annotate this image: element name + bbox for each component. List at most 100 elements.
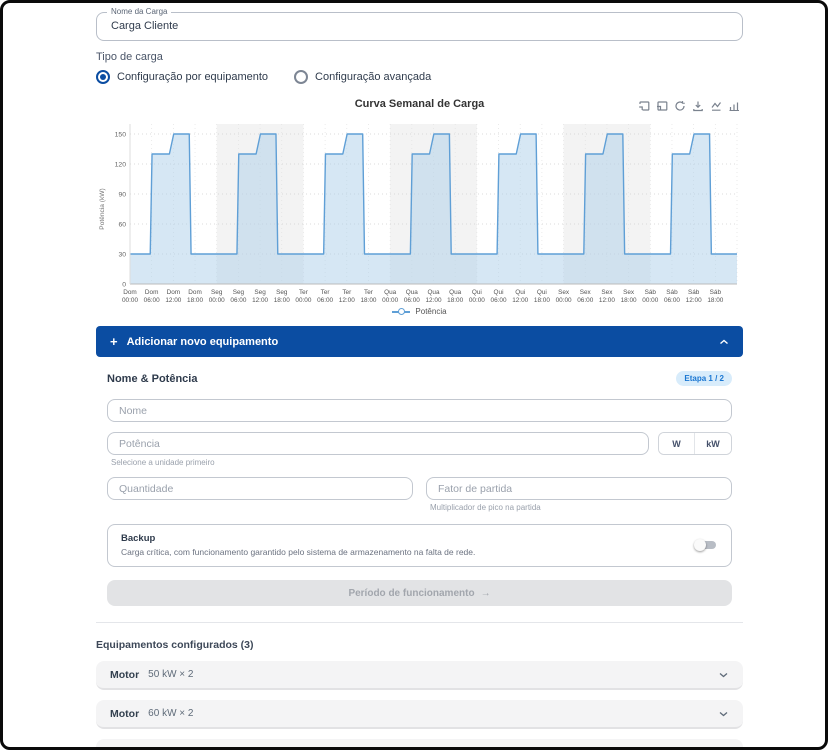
start-factor-input[interactable] (426, 477, 732, 500)
chart-legend[interactable]: Potência (96, 307, 743, 316)
restore-icon[interactable] (672, 98, 687, 113)
svg-text:12:00: 12:00 (686, 297, 702, 304)
svg-text:18:00: 18:00 (187, 297, 203, 304)
equipment-list: Motor50 kW × 2Motor60 kW × 2Base30 kW × … (96, 661, 743, 750)
svg-text:12:00: 12:00 (165, 297, 181, 304)
svg-text:Seg: Seg (233, 289, 245, 296)
toggle-thumb-icon (694, 539, 706, 551)
equipment-list-title: Equipamentos configurados (3) (96, 639, 743, 651)
svg-text:30: 30 (118, 251, 126, 258)
svg-text:Potência (kW): Potência (kW) (99, 188, 106, 229)
chevron-up-icon (719, 338, 729, 346)
equipment-row[interactable]: Base30 kW × 1 (96, 739, 743, 750)
svg-text:18:00: 18:00 (621, 297, 637, 304)
svg-text:Sáb: Sáb (688, 289, 700, 296)
svg-text:Seg: Seg (211, 289, 223, 296)
quantity-input[interactable] (107, 477, 413, 500)
weekly-load-chart: Curva Semanal de Carga (96, 98, 743, 316)
section-title: Nome & Potência (107, 373, 197, 385)
period-step-button[interactable]: Período de funcionamento → (107, 580, 732, 606)
svg-text:Seg: Seg (254, 289, 266, 296)
svg-text:00:00: 00:00 (556, 297, 572, 304)
svg-text:00:00: 00:00 (382, 297, 398, 304)
svg-text:Ter: Ter (342, 289, 352, 296)
equipment-name: Motor (110, 708, 139, 720)
backup-toggle[interactable] (694, 538, 718, 552)
chevron-down-icon (718, 710, 729, 718)
unit-w-button[interactable]: W (659, 433, 695, 454)
svg-text:Sex: Sex (601, 289, 613, 296)
app-window: Nome da Carga Tipo de carga Configuração… (0, 0, 828, 750)
reset-zoom-icon[interactable] (654, 98, 669, 113)
plus-icon: + (110, 334, 118, 349)
svg-text:12:00: 12:00 (599, 297, 615, 304)
svg-text:60: 60 (118, 221, 126, 228)
radio-config-avancada[interactable]: Configuração avançada (294, 70, 431, 84)
svg-text:00:00: 00:00 (642, 297, 658, 304)
download-icon[interactable] (690, 98, 705, 113)
svg-text:Dom: Dom (145, 289, 159, 296)
svg-text:00:00: 00:00 (209, 297, 225, 304)
add-equipment-title: Adicionar novo equipamento (127, 336, 279, 348)
svg-text:12:00: 12:00 (426, 297, 442, 304)
svg-text:Seg: Seg (276, 289, 288, 296)
radio-unselected-icon (294, 70, 308, 84)
equipment-row[interactable]: Motor 60 kW × 2 (96, 700, 743, 729)
power-helper: Selecione a unidade primeiro (111, 458, 649, 467)
svg-text:06:00: 06:00 (404, 297, 420, 304)
add-equipment-form: Nome & Potência Etapa 1 / 2 Selecione a … (96, 357, 743, 623)
load-name-field: Nome da Carga (96, 12, 743, 41)
svg-text:18:00: 18:00 (274, 297, 290, 304)
svg-text:Sex: Sex (623, 289, 635, 296)
chevron-down-icon (718, 671, 729, 679)
step-badge: Etapa 1 / 2 (676, 371, 732, 386)
svg-text:18:00: 18:00 (534, 297, 550, 304)
svg-text:12:00: 12:00 (252, 297, 268, 304)
power-input[interactable] (107, 432, 649, 455)
bar-chart-icon[interactable] (726, 98, 741, 113)
legend-label: Potência (415, 307, 446, 316)
backup-title: Backup (121, 533, 475, 544)
radio-selected-icon (96, 70, 110, 84)
equipment-detail: 60 kW × 2 (148, 708, 193, 719)
svg-text:Dom: Dom (167, 289, 181, 296)
chart-toolbar (636, 98, 741, 113)
svg-text:Qui: Qui (537, 289, 547, 296)
equipment-name: Motor (110, 669, 139, 681)
svg-text:Sáb: Sáb (710, 289, 722, 296)
equipment-row[interactable]: Motor50 kW × 2 (96, 661, 743, 690)
svg-text:06:00: 06:00 (664, 297, 680, 304)
load-name-input[interactable] (109, 19, 732, 33)
arrow-right-icon: → (481, 588, 491, 599)
svg-text:18:00: 18:00 (360, 297, 376, 304)
svg-text:Qua: Qua (384, 289, 397, 296)
radio-config-por-equipamento[interactable]: Configuração por equipamento (96, 70, 268, 84)
load-type-radio-group: Configuração por equipamento Configuraçã… (96, 70, 743, 84)
unit-kw-button[interactable]: kW (695, 433, 731, 454)
svg-text:Dom: Dom (123, 289, 137, 296)
svg-text:06:00: 06:00 (230, 297, 246, 304)
svg-text:Sex: Sex (580, 289, 592, 296)
svg-text:Ter: Ter (364, 289, 374, 296)
add-equipment-header[interactable]: + Adicionar novo equipamento (96, 326, 743, 357)
equipment-name-input[interactable] (107, 399, 732, 422)
svg-text:Sáb: Sáb (666, 289, 678, 296)
svg-text:Dom: Dom (188, 289, 202, 296)
backup-description: Carga crítica, com funcionamento garanti… (121, 547, 475, 557)
svg-text:00:00: 00:00 (469, 297, 485, 304)
legend-line-marker-icon (392, 308, 410, 316)
start-factor-helper: Multiplicador de pico na partida (430, 503, 732, 512)
svg-text:Qua: Qua (406, 289, 419, 296)
zoom-box-icon[interactable] (636, 98, 651, 113)
svg-text:00:00: 00:00 (295, 297, 311, 304)
svg-text:12:00: 12:00 (339, 297, 355, 304)
svg-text:Sáb: Sáb (645, 289, 657, 296)
svg-text:Qua: Qua (449, 289, 462, 296)
chart-plot-area[interactable]: 0306090120150Dom00:00Dom06:00Dom12:00Dom… (96, 116, 743, 304)
svg-text:00:00: 00:00 (122, 297, 138, 304)
autoscale-icon[interactable] (708, 98, 723, 113)
svg-text:18:00: 18:00 (707, 297, 723, 304)
svg-text:90: 90 (118, 191, 126, 198)
svg-text:Sex: Sex (558, 289, 570, 296)
svg-text:Qui: Qui (515, 289, 525, 296)
